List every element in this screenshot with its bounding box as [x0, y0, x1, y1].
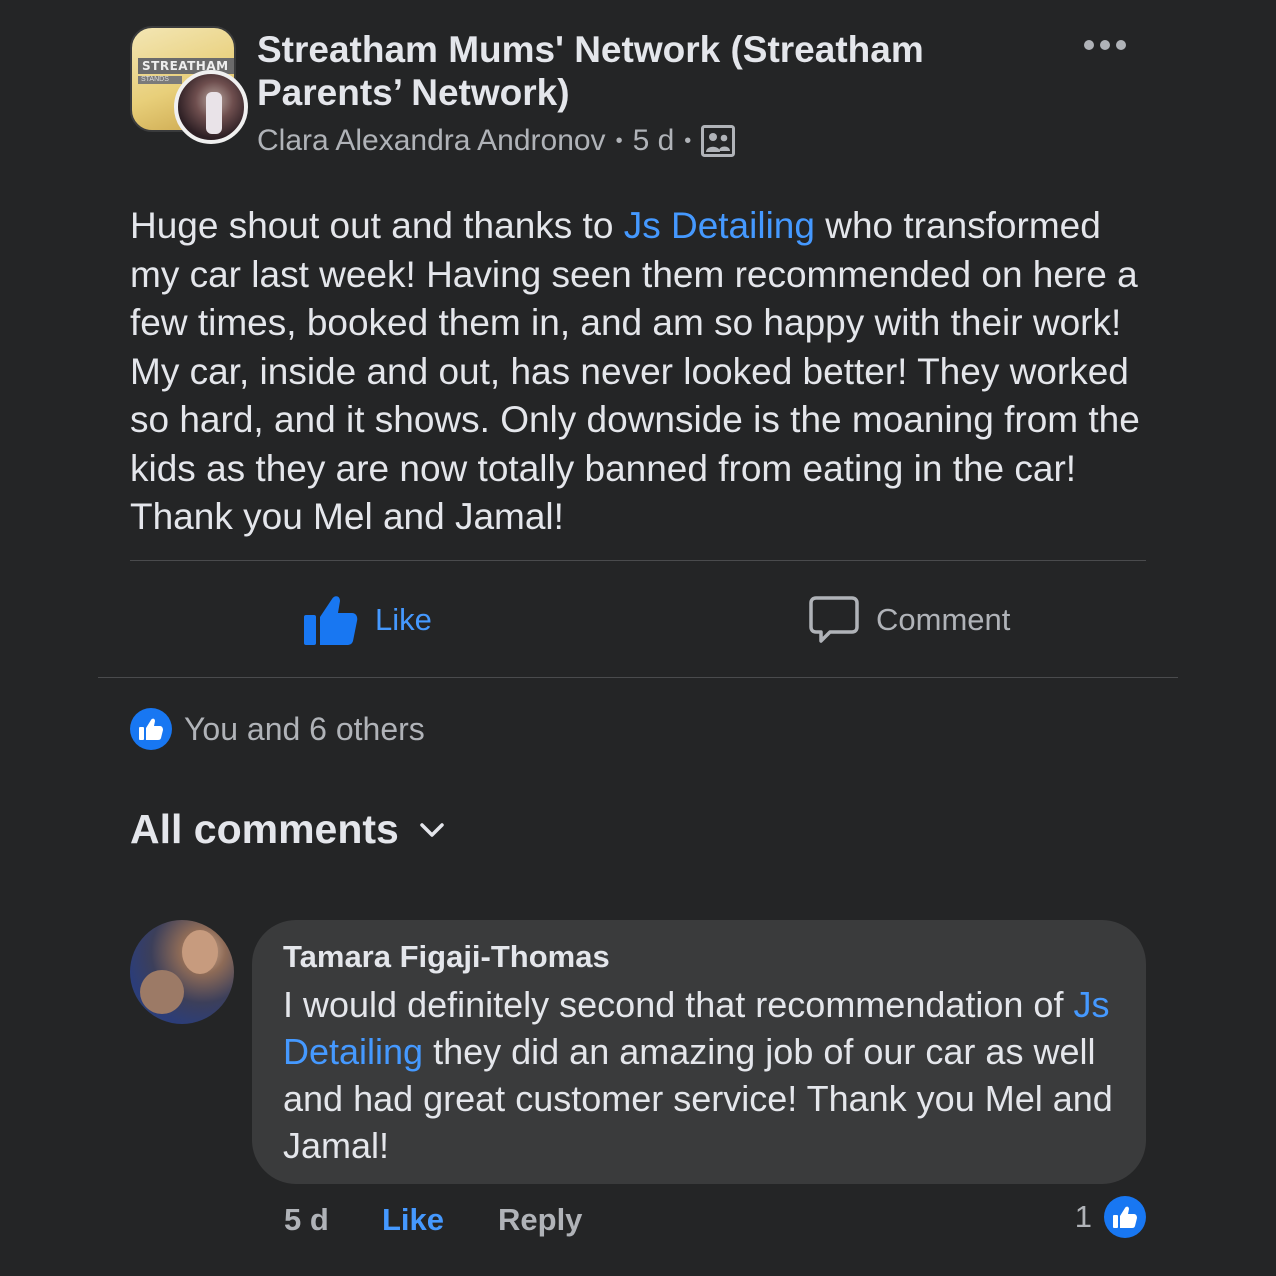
- more-horizontal-icon: [1084, 40, 1094, 50]
- more-dot: [1116, 40, 1126, 50]
- comment-like-button[interactable]: Like: [382, 1202, 444, 1238]
- divider: [130, 560, 1146, 561]
- page-mention-link[interactable]: Js Detailing: [624, 205, 815, 246]
- post-meta: Clara Alexandra Andronov • 5 d •: [257, 124, 736, 158]
- comment-reply-button[interactable]: Reply: [498, 1202, 582, 1238]
- more-dot: [1100, 40, 1110, 50]
- commenter-avatar[interactable]: [130, 920, 234, 1024]
- chevron-down-icon: [420, 822, 444, 837]
- post-action-bar: Like Comment: [130, 585, 1146, 657]
- like-reaction-icon: [130, 708, 172, 750]
- comments-filter-dropdown[interactable]: All comments: [130, 806, 445, 853]
- more-options-button[interactable]: [1084, 34, 1130, 56]
- comment-actions: 5 d Like Reply 1: [284, 1196, 1146, 1246]
- post-header: STREATHAM STANDS Streatham Mums' Network…: [130, 26, 1150, 166]
- comment-reactions[interactable]: 1: [1075, 1196, 1146, 1238]
- comment-label: Comment: [876, 602, 1011, 637]
- post-text: Huge shout out and thanks to Js Detailin…: [130, 202, 1160, 542]
- like-reaction-icon: [1104, 1196, 1146, 1238]
- thumbs-up-icon: [304, 596, 358, 645]
- post-time[interactable]: 5 d: [633, 124, 675, 158]
- comment-text: I would definitely second that recommend…: [283, 981, 1116, 1169]
- thumbs-up-icon: [1113, 1206, 1137, 1228]
- comments-filter-label: All comments: [130, 806, 399, 852]
- comment-button[interactable]: Comment: [808, 585, 1010, 655]
- post-text-part: who transformed my car last week! Having…: [130, 205, 1140, 537]
- group-avatar-banner-subtext: STANDS: [138, 76, 182, 84]
- group-members-icon: [701, 125, 736, 157]
- commenter-name[interactable]: Tamara Figaji-Thomas: [283, 936, 1116, 978]
- post-text-part: Huge shout out and thanks to: [130, 205, 624, 246]
- meta-separator: •: [684, 129, 692, 152]
- meta-separator: •: [615, 129, 623, 152]
- comment-time[interactable]: 5 d: [284, 1202, 329, 1238]
- like-label: Like: [375, 602, 432, 637]
- thumbs-up-icon: [139, 718, 163, 740]
- comment-reaction-count: 1: [1074, 1199, 1092, 1234]
- author-avatar[interactable]: [174, 70, 248, 144]
- speech-bubble-icon: [809, 596, 859, 643]
- like-button[interactable]: Like: [303, 585, 432, 655]
- reactions-count-text: You and 6 others: [184, 710, 425, 747]
- author-name[interactable]: Clara Alexandra Andronov: [257, 124, 606, 158]
- reactions-summary[interactable]: You and 6 others: [130, 708, 425, 750]
- comment-text-part: I would definitely second that recommend…: [283, 984, 1074, 1025]
- group-name[interactable]: Streatham Mums' Network (Streatham Paren…: [257, 28, 977, 114]
- comment-bubble: Tamara Figaji-Thomas I would definitely …: [252, 920, 1146, 1184]
- divider: [98, 677, 1178, 678]
